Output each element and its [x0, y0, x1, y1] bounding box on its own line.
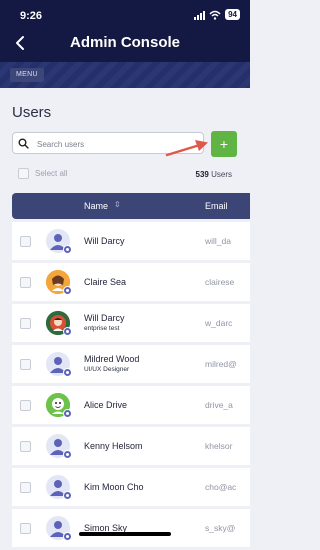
- role-badge-icon: [63, 327, 72, 336]
- user-email: s_sky@: [205, 523, 236, 533]
- default-avatar-icon: [46, 229, 72, 254]
- row-checkbox[interactable]: [20, 441, 31, 452]
- status-time: 9:26: [20, 10, 43, 22]
- role-badge-icon: [63, 368, 72, 377]
- table-row[interactable]: Kenny Helsom khelsor: [12, 427, 250, 465]
- user-email: w_darc: [205, 318, 233, 328]
- user-name: Kenny Helsom: [84, 441, 143, 451]
- role-badge-icon: [63, 491, 72, 500]
- default-avatar-icon: [46, 516, 72, 541]
- role-badge-icon: [63, 409, 72, 418]
- user-count-suffix: Users: [211, 170, 232, 179]
- wifi-icon: [209, 10, 221, 20]
- table-row[interactable]: Will Darcy will_da: [12, 222, 250, 260]
- user-subtitle: entprise test: [84, 325, 120, 332]
- arrow-icon: [165, 140, 208, 157]
- user-subtitle: UI/UX Designer: [84, 366, 130, 373]
- table-row[interactable]: Claire Sea clairese: [12, 263, 250, 301]
- table-header: Name ⇳ Email: [12, 193, 250, 219]
- user-email: cho@ac: [205, 482, 237, 492]
- home-indicator: [79, 532, 171, 536]
- user-name: Mildred Wood: [84, 354, 140, 364]
- user-count-number: 539: [195, 170, 209, 179]
- user-photo-icon: [46, 393, 72, 418]
- menu-button[interactable]: MENU: [10, 68, 44, 82]
- table-row[interactable]: Kim Moon Cho cho@ac: [12, 468, 250, 506]
- user-email: clairese: [205, 277, 235, 287]
- table-row[interactable]: Alice Drive drive_a: [12, 386, 250, 424]
- table-row[interactable]: Will Darcy entprise test w_darc: [12, 304, 250, 342]
- user-email: will_da: [205, 236, 231, 246]
- page-title: Admin Console: [69, 34, 180, 51]
- role-badge-icon: [63, 450, 72, 459]
- user-name: Alice Drive: [84, 400, 128, 410]
- role-badge-icon: [63, 532, 72, 541]
- row-checkbox[interactable]: [20, 523, 31, 534]
- sort-icon[interactable]: ⇳: [114, 200, 121, 209]
- row-checkbox[interactable]: [20, 236, 31, 247]
- user-email: milred@: [205, 359, 237, 369]
- select-all[interactable]: Select all: [18, 168, 67, 179]
- user-name: Kim Moon Cho: [84, 482, 144, 492]
- table-row[interactable]: Mildred Wood UI/UX Designer milred@: [12, 345, 250, 383]
- default-avatar-icon: [46, 352, 72, 377]
- signal-icon: [194, 10, 206, 20]
- column-header-email[interactable]: Email: [205, 201, 228, 211]
- table-row[interactable]: Simon Sky s_sky@: [12, 509, 250, 547]
- battery-icon: 94: [225, 9, 240, 20]
- section-title: Users: [12, 104, 52, 121]
- row-checkbox[interactable]: [20, 359, 31, 370]
- role-badge-icon: [63, 245, 72, 254]
- add-user-button[interactable]: +: [211, 131, 237, 157]
- select-all-label: Select all: [35, 169, 68, 178]
- default-avatar-icon: [46, 475, 72, 500]
- user-photo-icon: [46, 270, 72, 295]
- role-badge-icon: [63, 286, 72, 295]
- select-all-checkbox[interactable]: [18, 168, 29, 179]
- row-checkbox[interactable]: [20, 482, 31, 493]
- user-name: Will Darcy: [84, 313, 125, 323]
- row-checkbox[interactable]: [20, 277, 31, 288]
- user-count: 539 Users: [196, 170, 232, 179]
- user-email: drive_a: [205, 400, 233, 410]
- user-list: Will Darcy will_da Claire Sea clairese W…: [12, 222, 250, 550]
- row-checkbox[interactable]: [20, 318, 31, 329]
- default-avatar-icon: [46, 434, 72, 459]
- search-icon: [18, 138, 29, 149]
- user-photo-icon: [46, 311, 72, 336]
- status-icons: 94: [194, 9, 240, 20]
- row-checkbox[interactable]: [20, 400, 31, 411]
- top-bar: 9:26 94 Admin Console: [0, 0, 250, 62]
- column-header-name[interactable]: Name: [84, 201, 108, 211]
- user-name: Will Darcy: [84, 236, 125, 246]
- user-email: khelsor: [205, 441, 233, 451]
- user-name: Claire Sea: [84, 277, 127, 287]
